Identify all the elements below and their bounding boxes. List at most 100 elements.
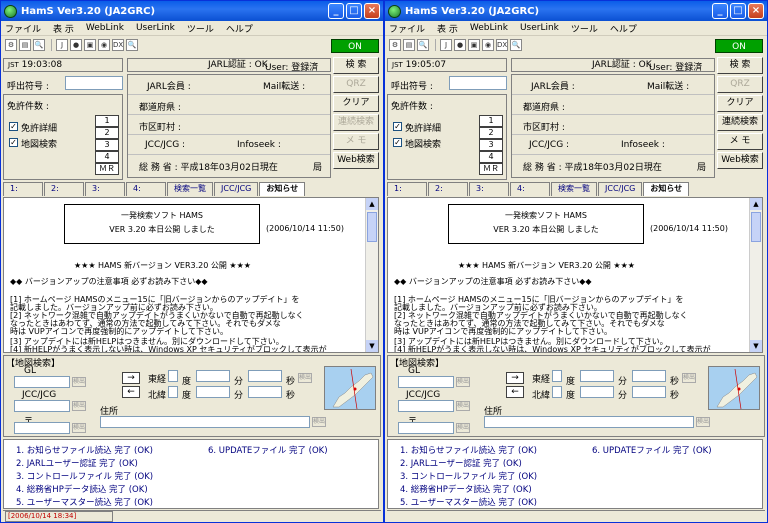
jcc-search-button[interactable]: 検出: [72, 401, 86, 411]
tab-3[interactable]: 3:: [85, 182, 125, 196]
continuous-search-button[interactable]: 連続検索: [333, 114, 379, 131]
japan-map-thumbnail[interactable]: [324, 366, 376, 410]
jcc-map-input[interactable]: [398, 400, 454, 412]
map-search-checkbox[interactable]: ✓: [9, 138, 18, 147]
find-icon[interactable]: 🔍: [510, 39, 522, 51]
minimize-button[interactable]: _: [712, 3, 728, 19]
clear-button[interactable]: クリア: [333, 95, 379, 112]
east-min-input[interactable]: [196, 370, 230, 382]
arrow-right-icon[interactable]: →: [122, 372, 140, 384]
title-bar[interactable]: HamS Ver3.20 (JA2GRC) _ □ ×: [385, 1, 767, 21]
search-icon[interactable]: 🔍: [33, 39, 45, 51]
tab-search-list[interactable]: 検索一覧: [167, 182, 213, 196]
menu-help[interactable]: ヘルプ: [610, 22, 637, 35]
callsign-input[interactable]: [65, 76, 123, 90]
maximize-button[interactable]: □: [730, 3, 746, 19]
minimize-button[interactable]: _: [328, 3, 344, 19]
notice-scrollbar[interactable]: ▲ ▼: [365, 198, 378, 352]
menu-view[interactable]: 表 示: [53, 22, 74, 35]
east-search-button[interactable]: 検出: [298, 373, 312, 383]
qrz-button[interactable]: QRZ: [333, 76, 379, 93]
gl-input[interactable]: [14, 376, 70, 388]
gl-search-button[interactable]: 検出: [72, 377, 86, 387]
zip-search-button[interactable]: 検出: [72, 423, 86, 433]
map-search-checkbox[interactable]: ✓: [393, 138, 402, 147]
j-icon[interactable]: J: [56, 39, 68, 51]
tab-search-list[interactable]: 検索一覧: [551, 182, 597, 196]
zip-input[interactable]: [398, 422, 454, 434]
preview-icon[interactable]: ▤: [403, 39, 415, 51]
preview-icon[interactable]: ▤: [19, 39, 31, 51]
menu-userlink[interactable]: UserLink: [136, 23, 175, 33]
memory-4-button[interactable]: 4: [479, 151, 503, 163]
north-deg-input[interactable]: [168, 386, 178, 398]
north-deg-input[interactable]: [552, 386, 562, 398]
tab-1[interactable]: 1:: [387, 182, 427, 196]
east-min-input[interactable]: [580, 370, 614, 382]
memo-button[interactable]: メ モ: [333, 133, 379, 150]
menu-view[interactable]: 表 示: [437, 22, 458, 35]
east-search-button[interactable]: 検出: [682, 373, 696, 383]
menu-weblink[interactable]: WebLink: [470, 23, 508, 33]
tab-3[interactable]: 3:: [469, 182, 509, 196]
tab-2[interactable]: 2:: [428, 182, 468, 196]
find-icon[interactable]: 🔍: [126, 39, 138, 51]
menu-file[interactable]: ファイル: [389, 22, 425, 35]
east-deg-input[interactable]: [168, 370, 178, 382]
title-bar[interactable]: HamS Ver3.20 (JA2GRC) _ □ ×: [1, 1, 383, 21]
notice-text-area[interactable]: 一発検索ソフト HAMS VER 3.20 本日公開 しました (2006/10…: [3, 197, 379, 353]
sphere-icon[interactable]: ◉: [482, 39, 494, 51]
memory-2-button[interactable]: 2: [95, 127, 119, 139]
north-sec-input[interactable]: [632, 386, 666, 398]
search-button[interactable]: 検 索: [333, 57, 379, 74]
menu-weblink[interactable]: WebLink: [86, 23, 124, 33]
notice-text-area[interactable]: 一発検索ソフト HAMS VER 3.20 本日公開 しました (2006/10…: [387, 197, 763, 353]
tab-jcc-jcg[interactable]: JCC/JCG: [214, 182, 259, 196]
tab-2[interactable]: 2:: [44, 182, 84, 196]
search-icon[interactable]: 🔍: [417, 39, 429, 51]
maximize-button[interactable]: □: [346, 3, 362, 19]
arrow-right-icon[interactable]: →: [506, 372, 524, 384]
dx-icon[interactable]: DX: [112, 39, 124, 51]
memory-4-button[interactable]: 4: [95, 151, 119, 163]
license-detail-checkbox[interactable]: ✓: [9, 122, 18, 131]
search-button[interactable]: 検 索: [717, 57, 763, 74]
tab-notice[interactable]: お知らせ: [259, 182, 306, 196]
scroll-up-icon[interactable]: ▲: [750, 198, 762, 210]
notice-scrollbar[interactable]: ▲ ▼: [749, 198, 762, 352]
disk-icon[interactable]: ▣: [84, 39, 96, 51]
continuous-search-button[interactable]: 連続検索: [717, 114, 763, 131]
memory-3-button[interactable]: 3: [95, 139, 119, 151]
north-min-input[interactable]: [580, 386, 614, 398]
globe-icon[interactable]: ●: [454, 39, 466, 51]
scroll-thumb[interactable]: [367, 212, 377, 242]
scroll-thumb[interactable]: [751, 212, 761, 242]
tab-4[interactable]: 4:: [510, 182, 550, 196]
address-search-button[interactable]: 検出: [696, 417, 710, 427]
zip-search-button[interactable]: 検出: [456, 423, 470, 433]
memory-mr-button[interactable]: ＭＲ: [479, 163, 503, 175]
close-button[interactable]: ×: [364, 3, 380, 19]
menu-help[interactable]: ヘルプ: [226, 22, 253, 35]
japan-map-thumbnail[interactable]: [708, 366, 760, 410]
address-search-button[interactable]: 検出: [312, 417, 326, 427]
memory-3-button[interactable]: 3: [479, 139, 503, 151]
north-min-input[interactable]: [196, 386, 230, 398]
scroll-up-icon[interactable]: ▲: [366, 198, 378, 210]
arrow-left-icon[interactable]: ←: [506, 386, 524, 398]
east-sec-input[interactable]: [632, 370, 666, 382]
zip-input[interactable]: [14, 422, 70, 434]
dx-icon[interactable]: DX: [496, 39, 508, 51]
tab-jcc-jcg[interactable]: JCC/JCG: [598, 182, 643, 196]
gl-search-button[interactable]: 検出: [456, 377, 470, 387]
sphere-icon[interactable]: ◉: [98, 39, 110, 51]
tab-1[interactable]: 1:: [3, 182, 43, 196]
clear-button[interactable]: クリア: [717, 95, 763, 112]
license-detail-checkbox[interactable]: ✓: [393, 122, 402, 131]
web-search-button[interactable]: Web検索: [333, 152, 379, 169]
scroll-down-icon[interactable]: ▼: [366, 340, 378, 352]
globe-icon[interactable]: ●: [70, 39, 82, 51]
north-sec-input[interactable]: [248, 386, 282, 398]
tab-notice[interactable]: お知らせ: [643, 182, 690, 196]
memo-button[interactable]: メ モ: [717, 133, 763, 150]
